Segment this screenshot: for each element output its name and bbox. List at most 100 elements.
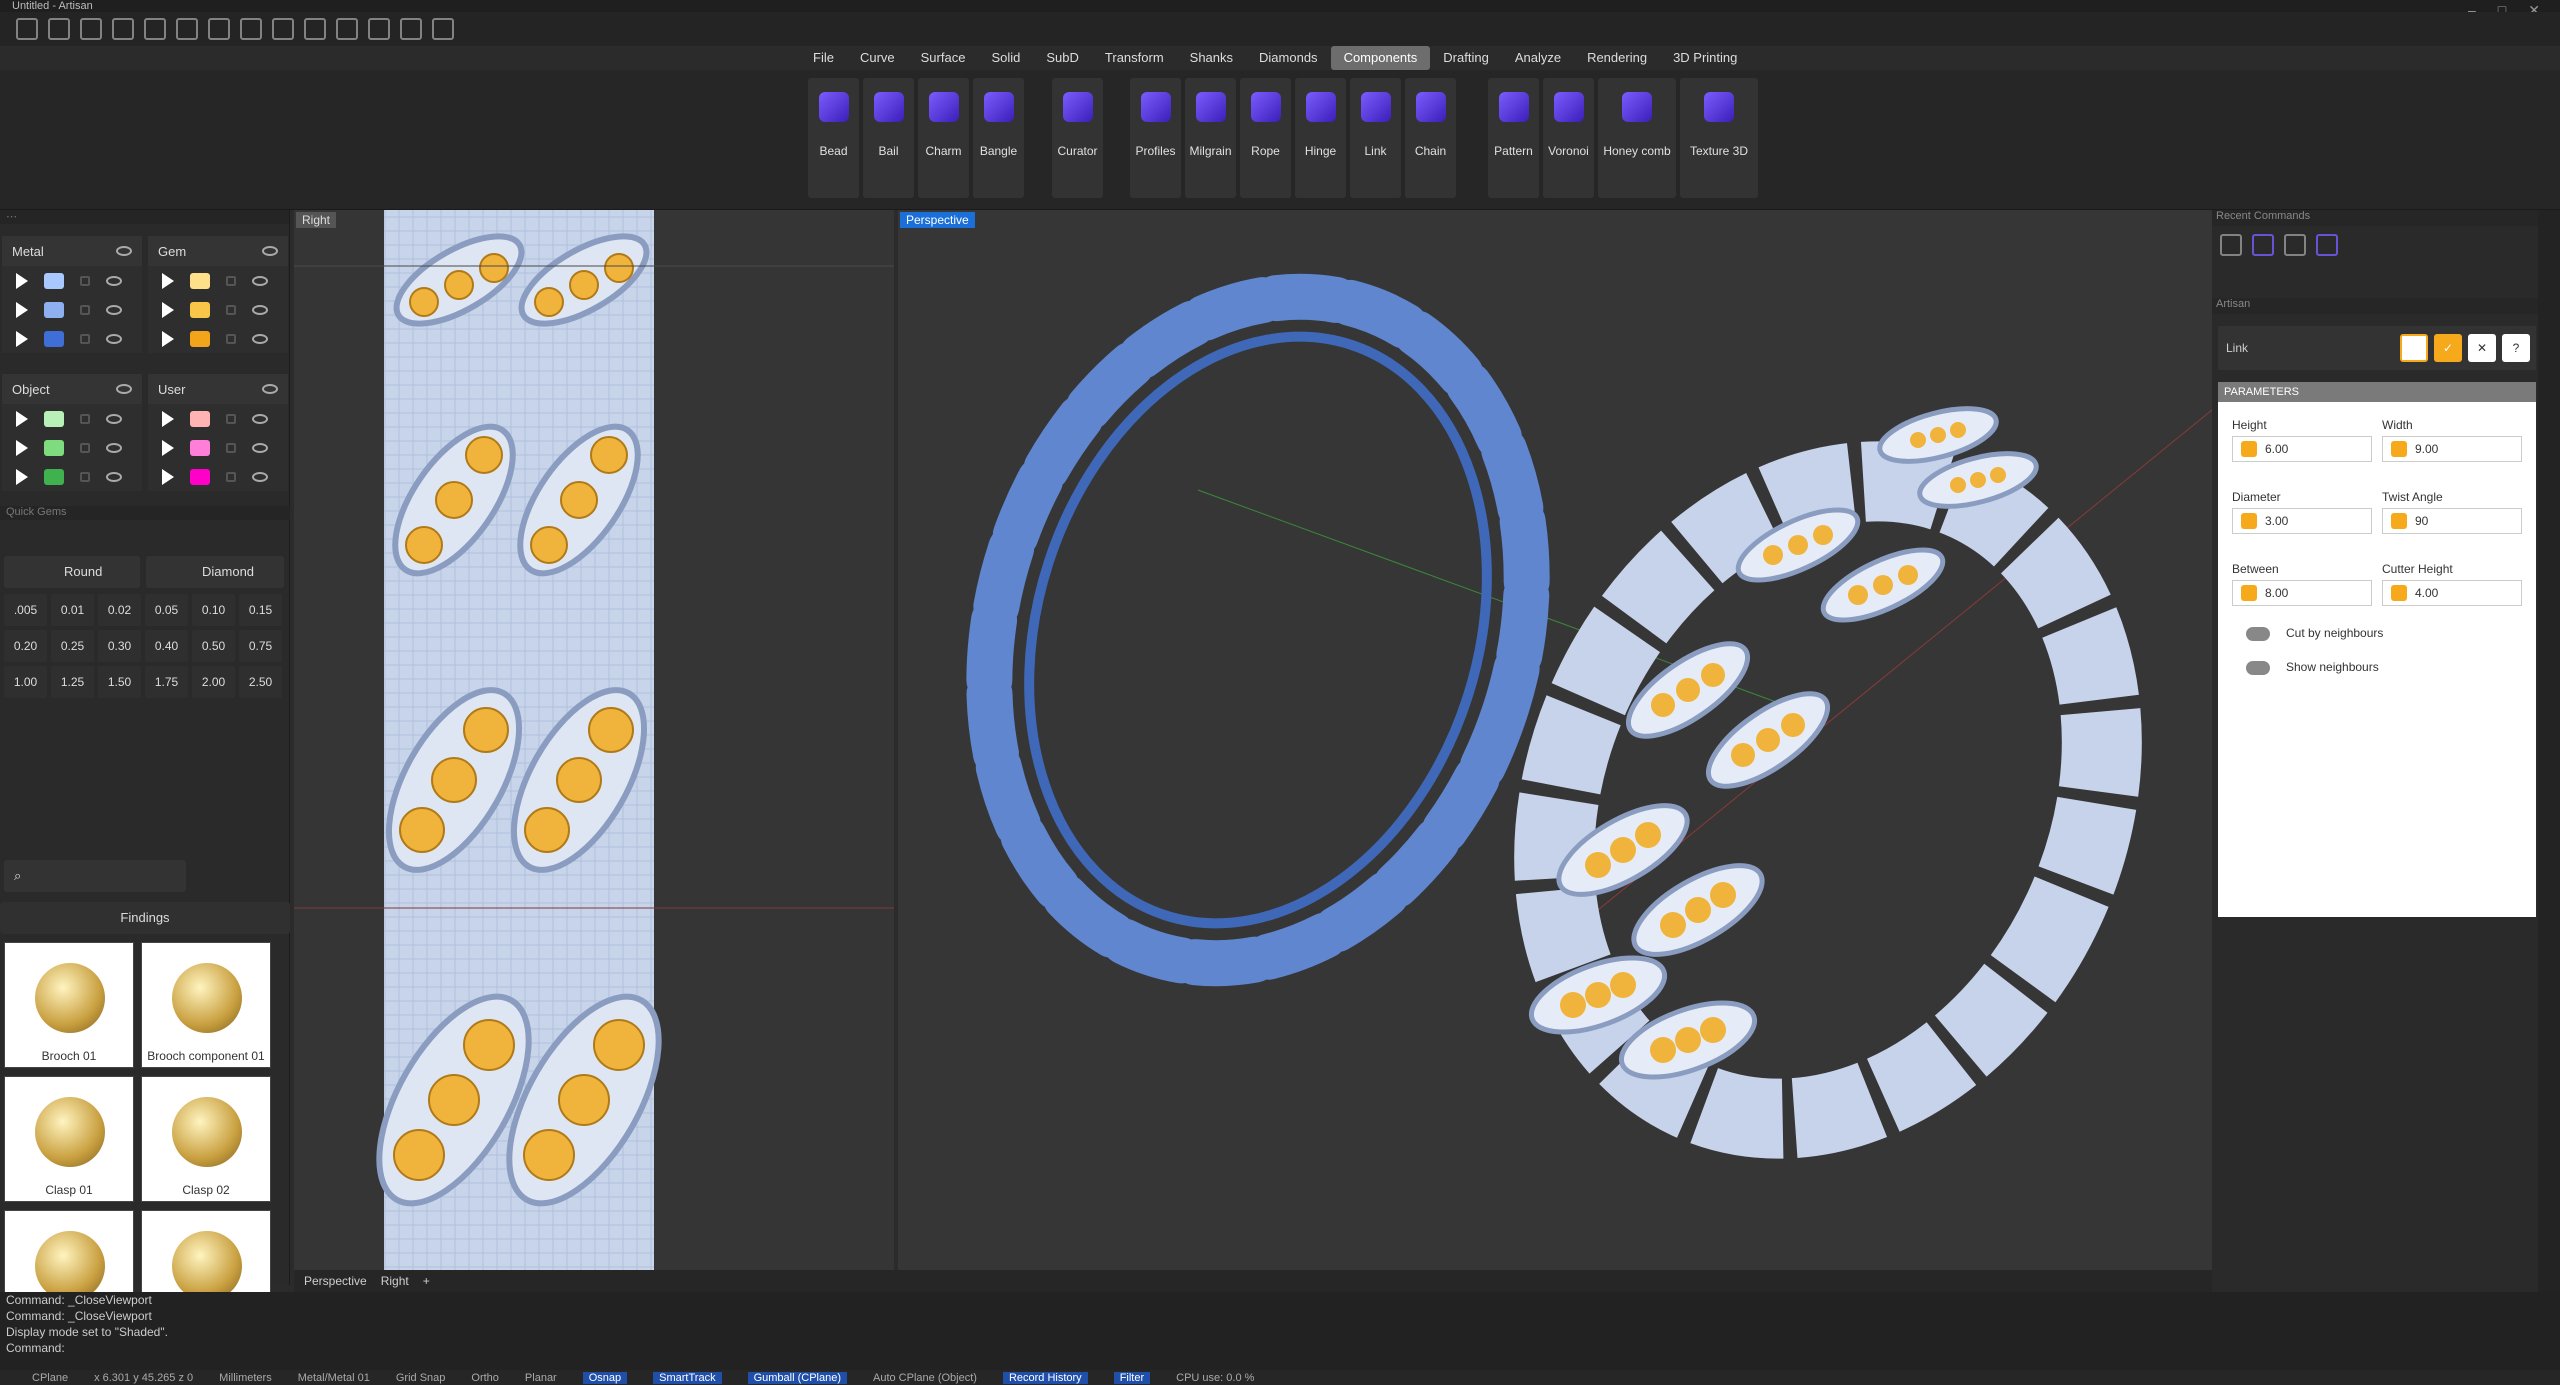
gem-size-button[interactable]: 0.30: [98, 630, 141, 662]
lock-icon[interactable]: [80, 442, 90, 453]
lock-icon[interactable]: [226, 304, 236, 315]
gem-size-button[interactable]: 0.40: [145, 630, 188, 662]
finding-item[interactable]: Brooch component 01: [141, 942, 271, 1068]
gem-material-select[interactable]: Diamond: [146, 556, 284, 588]
viewport-tab[interactable]: +: [423, 1274, 430, 1288]
eye-icon[interactable]: [116, 246, 132, 256]
layer-row[interactable]: [148, 324, 288, 353]
play-icon[interactable]: [162, 410, 174, 427]
gem-size-button[interactable]: 2.00: [192, 666, 235, 698]
refresh-icon[interactable]: [2400, 334, 2428, 362]
lock-icon[interactable]: [226, 275, 236, 286]
viewport-tab[interactable]: Right: [381, 1274, 409, 1288]
param-input[interactable]: 9.00: [2382, 436, 2522, 462]
eye-icon[interactable]: [106, 275, 122, 286]
play-icon[interactable]: [16, 468, 28, 485]
chain-icon[interactable]: [2316, 234, 2338, 256]
layer-color-swatch[interactable]: [190, 468, 210, 485]
cancel-icon[interactable]: ✕: [2468, 334, 2496, 362]
tool-bangle[interactable]: Bangle: [973, 78, 1024, 198]
layer-color-swatch[interactable]: [190, 410, 210, 427]
tool-pattern[interactable]: Pattern: [1488, 78, 1539, 198]
finding-item[interactable]: Clasp 02: [141, 1076, 271, 1202]
gem-size-button[interactable]: 1.25: [51, 666, 94, 698]
lock-icon[interactable]: [226, 333, 236, 344]
tool-rope[interactable]: Rope: [1240, 78, 1291, 198]
eye-icon[interactable]: [252, 333, 268, 344]
command-line[interactable]: Command:: [6, 1340, 2560, 1356]
tool-curator[interactable]: Curator: [1052, 78, 1103, 198]
gem-size-button[interactable]: .005: [4, 594, 47, 626]
menu-rendering[interactable]: Rendering: [1574, 46, 1660, 70]
layer-color-swatch[interactable]: [190, 301, 210, 318]
layer-color-swatch[interactable]: [44, 468, 64, 485]
play-icon[interactable]: [16, 301, 28, 318]
status-gumball[interactable]: Gumball (CPlane): [747, 1371, 847, 1384]
gem-size-button[interactable]: 0.10: [192, 594, 235, 626]
tool-charm[interactable]: Charm: [918, 78, 969, 198]
library-category[interactable]: Findings: [0, 902, 290, 934]
library-search[interactable]: ⌕: [4, 860, 186, 892]
param-input[interactable]: 8.00: [2232, 580, 2372, 606]
eye-icon[interactable]: [252, 413, 268, 424]
eye-icon[interactable]: [116, 384, 132, 394]
play-icon[interactable]: [162, 301, 174, 318]
folder-icon[interactable]: [112, 18, 134, 40]
menu-surface[interactable]: Surface: [908, 46, 979, 70]
layer-row[interactable]: [2, 462, 142, 491]
status-grid-snap[interactable]: Grid Snap: [396, 1372, 446, 1384]
undo-icon[interactable]: [144, 18, 166, 40]
tool-voronoi[interactable]: Voronoi: [1543, 78, 1594, 198]
array-icon[interactable]: [400, 18, 422, 40]
menu-shanks[interactable]: Shanks: [1177, 46, 1246, 70]
status-filter[interactable]: Filter: [1113, 1371, 1151, 1384]
status-layer[interactable]: Metal/Metal 01: [298, 1372, 370, 1384]
layer-row[interactable]: [2, 404, 142, 433]
play-icon[interactable]: [16, 410, 28, 427]
layer-color-swatch[interactable]: [44, 439, 64, 456]
tool-chain[interactable]: Chain: [1405, 78, 1456, 198]
tool-honey-comb[interactable]: Honey comb: [1598, 78, 1676, 198]
lock-icon[interactable]: [80, 304, 90, 315]
new-file-icon[interactable]: [16, 18, 38, 40]
finding-item[interactable]: Brooch 01: [4, 942, 134, 1068]
tool-hinge[interactable]: Hinge: [1295, 78, 1346, 198]
gem-size-button[interactable]: 2.50: [239, 666, 282, 698]
tool-bail[interactable]: Bail: [863, 78, 914, 198]
gem-size-button[interactable]: 0.02: [98, 594, 141, 626]
viewport-perspective-label[interactable]: Perspective: [900, 212, 975, 228]
status-ortho[interactable]: Ortho: [471, 1372, 499, 1384]
eye-icon[interactable]: [262, 246, 278, 256]
layer-row[interactable]: [148, 404, 288, 433]
param-input[interactable]: 4.00: [2382, 580, 2522, 606]
gem-size-button[interactable]: 0.25: [51, 630, 94, 662]
menu-file[interactable]: File: [800, 46, 847, 70]
lock-icon[interactable]: [226, 442, 236, 453]
toggle-switch[interactable]: [2246, 661, 2270, 675]
layer-color-swatch[interactable]: [44, 330, 64, 347]
play-icon[interactable]: [162, 330, 174, 347]
gem-size-button[interactable]: 0.05: [145, 594, 188, 626]
layer-color-swatch[interactable]: [190, 272, 210, 289]
status-osnap[interactable]: Osnap: [582, 1371, 628, 1384]
eye-icon[interactable]: [252, 275, 268, 286]
gem-size-button[interactable]: 0.75: [239, 630, 282, 662]
menu-drafting[interactable]: Drafting: [1430, 46, 1502, 70]
param-input[interactable]: 90: [2382, 508, 2522, 534]
rope-icon[interactable]: [2252, 234, 2274, 256]
template-icon[interactable]: [48, 18, 70, 40]
gem-size-button[interactable]: 0.20: [4, 630, 47, 662]
gem-size-button[interactable]: 1.00: [4, 666, 47, 698]
eye-icon[interactable]: [106, 471, 122, 482]
save-icon[interactable]: [208, 18, 230, 40]
layer-row[interactable]: [2, 324, 142, 353]
play-icon[interactable]: [162, 439, 174, 456]
eye-icon[interactable]: [106, 413, 122, 424]
param-input[interactable]: 3.00: [2232, 508, 2372, 534]
open-icon[interactable]: [80, 18, 102, 40]
layer-color-swatch[interactable]: [190, 439, 210, 456]
play-icon[interactable]: [16, 330, 28, 347]
import-icon[interactable]: [272, 18, 294, 40]
status-units[interactable]: Millimeters: [219, 1372, 272, 1384]
finding-item[interactable]: Clasp 01: [4, 1076, 134, 1202]
